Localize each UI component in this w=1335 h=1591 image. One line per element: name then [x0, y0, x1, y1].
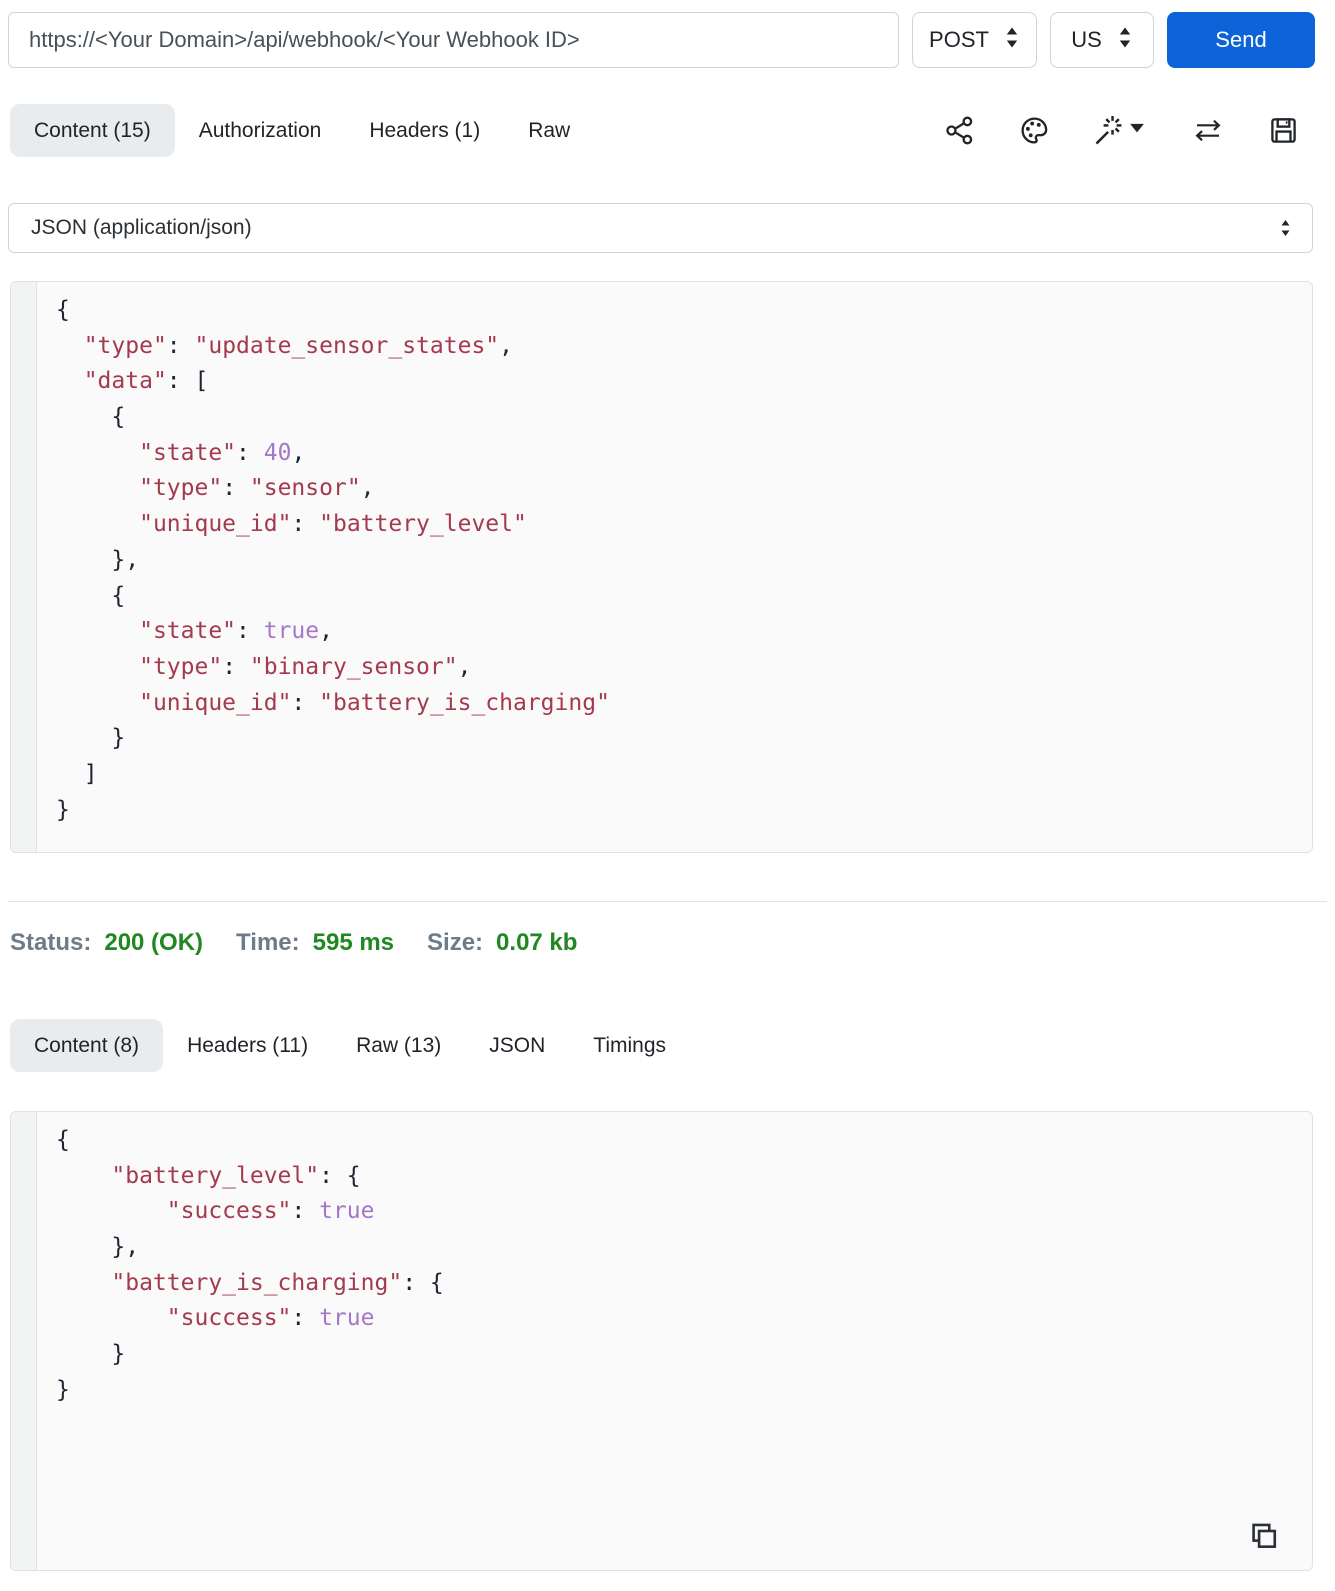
chevron-updown-icon: [1117, 25, 1133, 56]
save-icon: [1271, 118, 1296, 143]
method-select-value: POST: [929, 27, 989, 52]
content-type-value: JSON (application/json): [31, 216, 252, 239]
share-button[interactable]: [945, 115, 976, 146]
caret-down-icon: [1130, 123, 1144, 133]
content-type-select[interactable]: JSON (application/json): [8, 203, 1313, 253]
response-body-code: { "battery_level": { "success": true }, …: [56, 1127, 444, 1403]
magic-wand-button[interactable]: [1093, 114, 1148, 147]
size-label: Size:: [427, 929, 484, 956]
tab-headers[interactable]: Headers (1): [345, 104, 504, 157]
transfer-arrows-icon: [1195, 119, 1221, 142]
section-divider: [8, 901, 1327, 902]
request-body-code[interactable]: { "type": "update_sensor_states", "data"…: [37, 282, 1312, 852]
region-select-value: US: [1071, 27, 1102, 52]
transfer-button[interactable]: [1191, 115, 1225, 146]
copy-button[interactable]: [1247, 1520, 1280, 1558]
response-tabs-row: Content (8) Headers (11) Raw (13) JSON T…: [10, 1019, 1327, 1072]
tab-response-raw[interactable]: Raw (13): [332, 1019, 465, 1072]
chevron-updown-icon: [1004, 25, 1020, 56]
editor-gutter: [11, 282, 37, 852]
send-button[interactable]: Send: [1167, 12, 1315, 68]
tab-response-json[interactable]: JSON: [465, 1019, 569, 1072]
tab-response-content[interactable]: Content (8): [10, 1019, 164, 1072]
status-group: Status: 200 (OK): [10, 928, 203, 958]
status-label: Status:: [10, 929, 92, 956]
magic-wand-icon: [1095, 116, 1144, 145]
save-button[interactable]: [1268, 115, 1299, 146]
region-select[interactable]: US: [1050, 12, 1154, 68]
tab-content[interactable]: Content (15): [10, 104, 175, 157]
palette-icon: [1021, 117, 1048, 144]
response-summary: Status: 200 (OK) Time: 595 ms Size: 0.07…: [10, 928, 1335, 958]
status-value: 200 (OK): [104, 929, 204, 956]
url-input[interactable]: [8, 12, 899, 68]
palette-button[interactable]: [1019, 115, 1050, 146]
time-label: Time:: [236, 929, 300, 956]
request-bar: POST US Send: [8, 12, 1315, 68]
tab-authorization[interactable]: Authorization: [175, 104, 346, 157]
share-icon: [946, 116, 973, 145]
viewer-gutter: [11, 1112, 37, 1570]
request-tabs-row: Content (15) Authorization Headers (1) R…: [10, 104, 1327, 157]
method-select[interactable]: POST: [912, 12, 1037, 68]
tab-response-timings[interactable]: Timings: [569, 1019, 690, 1072]
request-tabs: Content (15) Authorization Headers (1) R…: [10, 104, 594, 157]
copy-icon: [1252, 1523, 1277, 1548]
time-value: 595 ms: [312, 929, 395, 956]
request-toolbar: [945, 114, 1327, 147]
time-group: Time: 595 ms: [236, 928, 394, 958]
tab-response-headers[interactable]: Headers (11): [163, 1019, 332, 1072]
request-body-editor: { "type": "update_sensor_states", "data"…: [10, 281, 1313, 853]
tab-raw[interactable]: Raw: [504, 104, 594, 157]
size-value: 0.07 kb: [496, 929, 578, 956]
response-tabs: Content (8) Headers (11) Raw (13) JSON T…: [10, 1019, 690, 1072]
response-body-viewer: { "battery_level": { "success": true }, …: [10, 1111, 1313, 1571]
size-group: Size: 0.07 kb: [427, 928, 577, 958]
chevron-updown-icon: [1279, 215, 1292, 241]
